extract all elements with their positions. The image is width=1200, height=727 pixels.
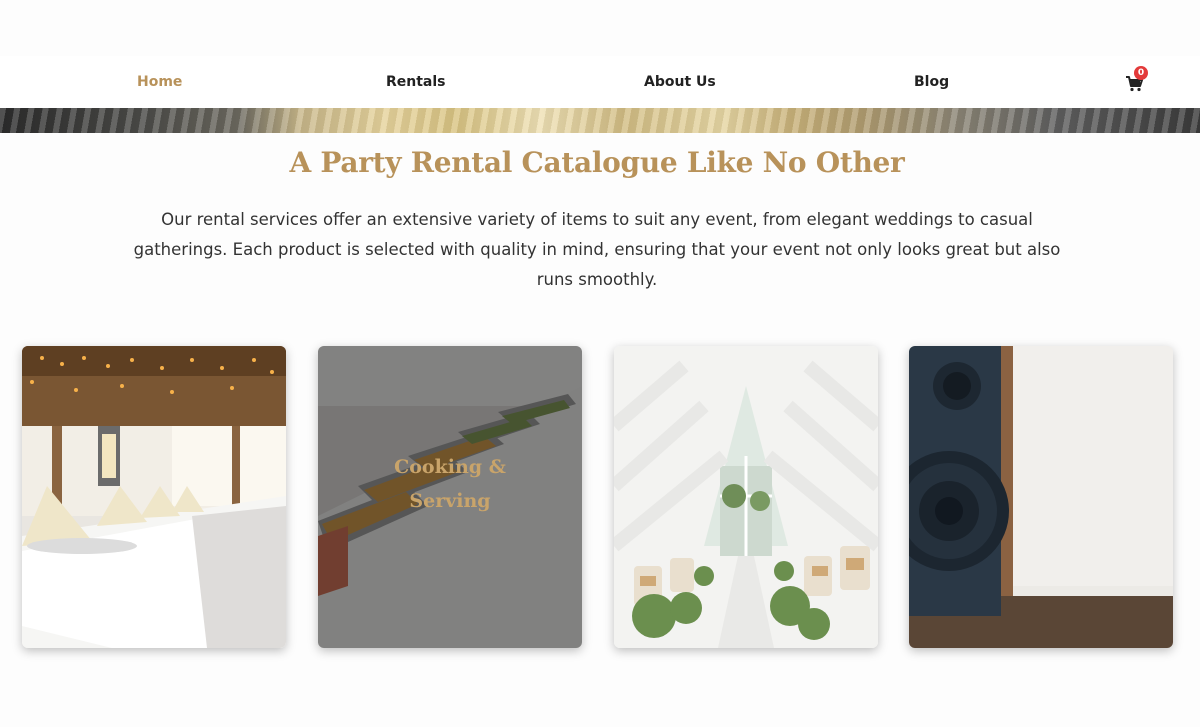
category-card-ceremony[interactable]	[614, 346, 878, 648]
speaker-image	[909, 346, 1173, 648]
category-card-audio[interactable]	[909, 346, 1173, 648]
nav-rentals-link[interactable]: Rentals	[386, 74, 446, 90]
banquet-tables-image	[22, 346, 286, 648]
hero-image-strip	[0, 108, 1200, 133]
category-card-tables[interactable]	[22, 346, 286, 648]
cart-count-badge: 0	[1134, 66, 1148, 80]
cart-button[interactable]: 0	[1125, 66, 1149, 94]
category-label-line2: Serving	[409, 490, 491, 512]
nav-home-link[interactable]: Home	[137, 74, 182, 90]
navbar: Home Rentals About Us Blog 0	[0, 56, 1200, 108]
category-label-line1: Cooking &	[394, 456, 506, 478]
nav-about-us-link[interactable]: About Us	[644, 74, 716, 90]
category-label-cooking-serving: Cooking & Serving	[318, 450, 582, 518]
wedding-ceremony-image	[614, 346, 878, 648]
section-title: A Party Rental Catalogue Like No Other	[289, 146, 905, 179]
category-card-cooking-serving[interactable]: Cooking & Serving	[318, 346, 582, 648]
section-intro-text: Our rental services offer an extensive v…	[133, 210, 1061, 289]
nav-blog-link[interactable]: Blog	[914, 74, 949, 90]
